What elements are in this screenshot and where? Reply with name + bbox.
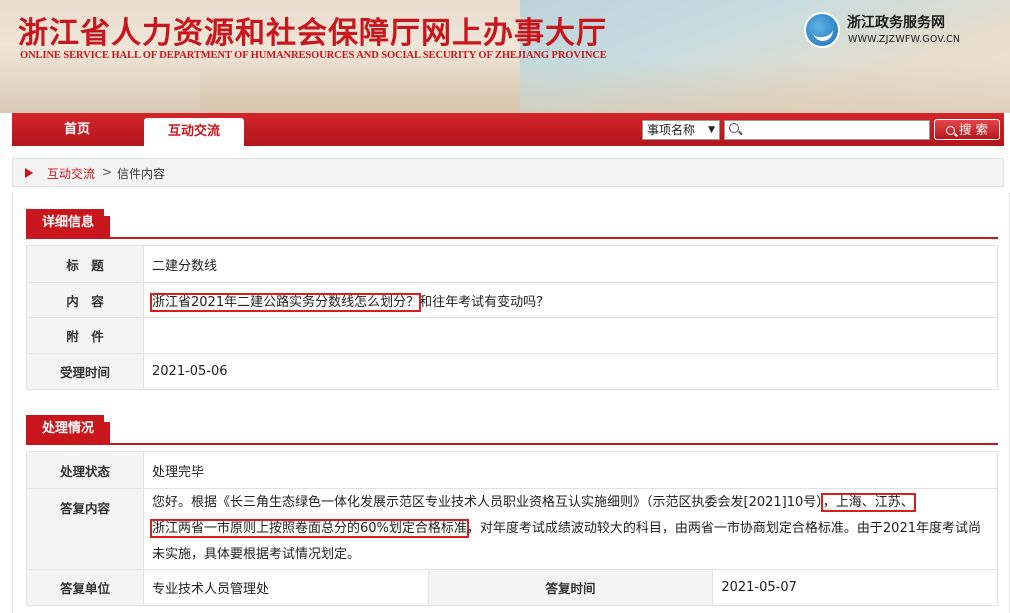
detail-section-header: 详细信息 xyxy=(26,209,998,239)
portal-name-link[interactable]: 浙江政务服务网 xyxy=(847,12,945,32)
answer-text-part1: 您好。根据《长三角生态绿色一体化发展示范区专业技术人员职业资格互认实施细则》（示… xyxy=(152,495,823,510)
highlight-box: 浙江两省一市原则上按照卷面总分的60%划定合格标准 xyxy=(150,519,469,538)
table-row: 答复内容 您好。根据《长三角生态绿色一体化发展示范区专业技术人员职业资格互认实施… xyxy=(26,488,998,570)
nav-home[interactable]: 首页 xyxy=(12,113,142,146)
search-category-select[interactable]: 事项名称 ▼ xyxy=(642,120,720,140)
table-row: 标 题 二建分数线 xyxy=(26,245,998,283)
table-row: 受理时间 2021-05-06 xyxy=(26,353,998,390)
unit-value: 专业技术人员管理处 xyxy=(143,569,429,606)
row-label: 受理时间 xyxy=(26,353,144,390)
search-input[interactable] xyxy=(743,121,927,139)
breadcrumb-current: 信件内容 xyxy=(117,167,166,181)
search-icon xyxy=(729,123,739,133)
highlight-box: ，上海、江苏、 xyxy=(820,493,916,512)
answer-label: 答复内容 xyxy=(26,488,144,570)
content-value-rest: 和往年考试有变动吗？ xyxy=(419,294,550,310)
breadcrumb: 互动交流 > 信件内容 xyxy=(12,158,1004,187)
highlight-box: 浙江省2021年二建公路实务分数线怎么划分？ xyxy=(149,292,422,312)
detail-table: 标 题 二建分数线 内 容 浙江省2021年二建公路实务分数线怎么划分？和往年考… xyxy=(26,245,998,390)
processing-section-title: 处理情况 xyxy=(26,415,111,443)
reply-time-label: 答复时间 xyxy=(427,569,714,606)
content-value: 浙江省2021年二建公路实务分数线怎么划分？和往年考试有变动吗？ xyxy=(143,282,998,318)
portal-url[interactable]: WWW.ZJZWFW.GOV.CN xyxy=(848,34,960,45)
table-row: 答复单位 专业技术人员管理处 答复时间 2021-05-07 xyxy=(26,569,998,606)
row-label: 附 件 xyxy=(26,317,144,354)
breadcrumb-arrow-icon xyxy=(25,168,33,178)
zjzwfw-logo-icon[interactable] xyxy=(804,12,840,48)
unit-label: 答复单位 xyxy=(26,569,144,606)
table-row: 处理状态 处理完毕 xyxy=(26,451,998,489)
row-label: 标 题 xyxy=(26,245,144,283)
processing-section-header: 处理情况 xyxy=(26,415,998,445)
breadcrumb-link-interact[interactable]: 互动交流 xyxy=(47,165,95,182)
table-row: 内 容 浙江省2021年二建公路实务分数线怎么划分？和往年考试有变动吗？ xyxy=(26,282,998,318)
processing-table: 处理状态 处理完毕 答复内容 您好。根据《长三角生态绿色一体化发展示范区专业技术… xyxy=(26,451,998,606)
search-button[interactable]: 搜 索 xyxy=(934,119,1000,140)
header-banner: 浙江省人力资源和社会保障厅网上办事大厅 ONLINE SERVICE HALL … xyxy=(0,0,1010,113)
row-label: 内 容 xyxy=(26,282,144,318)
search-button-label: 搜 索 xyxy=(959,122,988,137)
site-subtitle: ONLINE SERVICE HALL OF DEPARTMENT OF HUM… xyxy=(20,50,607,61)
status-label: 处理状态 xyxy=(26,451,144,489)
search-category-label: 事项名称 xyxy=(647,123,696,137)
site-title: 浙江省人力资源和社会保障厅网上办事大厅 xyxy=(18,16,607,51)
accept-time-value: 2021-05-06 xyxy=(143,353,998,390)
dropdown-arrow-icon: ▼ xyxy=(708,125,715,135)
banner-shore xyxy=(200,60,1010,113)
attachment-value xyxy=(143,317,998,354)
table-row: 附 件 xyxy=(26,317,998,354)
title-value: 二建分数线 xyxy=(143,245,998,283)
breadcrumb-separator: > xyxy=(102,165,113,179)
answer-content: 您好。根据《长三角生态绿色一体化发展示范区专业技术人员职业资格互认实施细则》（示… xyxy=(143,488,998,570)
reply-time-value: 2021-05-07 xyxy=(712,569,998,606)
nav-interact-active[interactable]: 互动交流 xyxy=(144,118,244,146)
main-nav: 首页 互动交流 事项名称 ▼ 搜 索 xyxy=(12,113,1004,146)
detail-section-title: 详细信息 xyxy=(26,209,111,237)
status-value: 处理完毕 xyxy=(143,451,998,489)
search-box[interactable] xyxy=(724,120,930,140)
search-button-icon xyxy=(946,126,955,135)
